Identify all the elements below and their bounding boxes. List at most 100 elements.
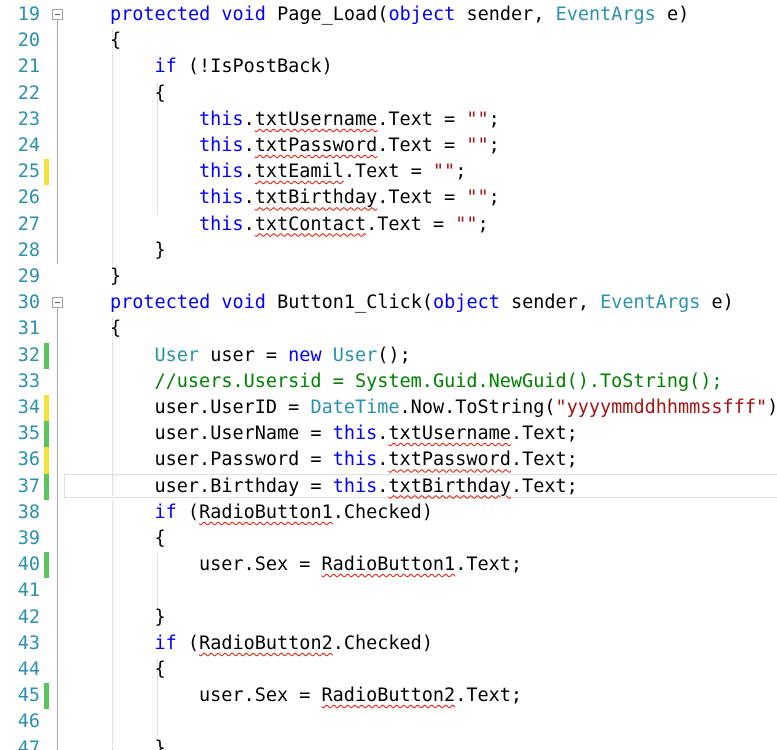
code-text[interactable]: user.UserID = DateTime.Now.ToString("yyy… [155, 395, 777, 421]
code-text[interactable]: { [155, 526, 166, 552]
code-text[interactable]: this.txtPassword.Text = ""; [199, 133, 500, 159]
code-text[interactable]: { [155, 81, 166, 107]
code-line[interactable]: 28} [0, 238, 777, 264]
error-squiggle-token: txtContact [254, 213, 367, 235]
code-token: user = [199, 344, 289, 366]
code-text[interactable]: user.Sex = RadioButton1.Text; [199, 552, 522, 578]
error-squiggle-token: RadioButton2 [199, 632, 333, 654]
code-token: .Text; [510, 475, 578, 497]
string-token: "" [466, 187, 489, 209]
code-token: Button1_Click( [265, 292, 434, 314]
code-line[interactable]: 43 if (RadioButton2.Checked) [0, 631, 777, 657]
code-text[interactable]: if (!IsPostBack) [155, 54, 333, 80]
string-token: "" [466, 135, 489, 156]
code-line[interactable]: 25 this.txtEamil.Text = ""; [0, 159, 777, 186]
code-text[interactable]: user.Sex = RadioButton2.Text; [199, 683, 522, 709]
code-line[interactable]: 46 [0, 709, 777, 735]
keyword-token: this [199, 187, 244, 209]
code-line[interactable]: 38 if (RadioButton1.Checked) [0, 500, 777, 526]
code-token: ( [176, 632, 200, 654]
code-text[interactable]: } [155, 605, 166, 631]
code-text[interactable]: } [155, 238, 166, 264]
collapse-minus-icon[interactable] [52, 9, 63, 20]
code-token: ); [767, 397, 777, 418]
code-line[interactable]: 42} [0, 605, 777, 631]
type-token: User [154, 344, 200, 366]
line-number: 19 [17, 4, 40, 25]
code-token: ; [455, 161, 467, 183]
code-token: .Text = [377, 108, 467, 130]
code-text[interactable]: if (RadioButton2.Checked) [155, 631, 433, 657]
error-squiggle-token: RadioButton2 [321, 685, 456, 707]
code-editor[interactable]: 19 protected void Page_Load(object sender… [0, 0, 777, 750]
code-line[interactable]: 26 this.txtBirthday.Text = ""; [0, 185, 777, 211]
code-line[interactable]: 22 { [0, 81, 777, 107]
code-text[interactable]: user.Password = this.txtPassword.Text; [155, 447, 578, 473]
code-text[interactable]: { [110, 28, 121, 54]
code-line[interactable]: 45 user.Sex = RadioButton2.Text; [0, 683, 777, 710]
code-line[interactable]: 32 User user = new User(); [0, 342, 777, 369]
code-line[interactable]: 24 this.txtPassword.Text = ""; [0, 133, 777, 159]
code-line[interactable]: 35 user.UserName = this.txtUsername.Text; [0, 421, 777, 448]
code-text[interactable]: this.txtBirthday.Text = ""; [199, 185, 500, 211]
code-line[interactable]: 30 protected void Button1_Click(object se… [0, 290, 777, 316]
line-number: 34 [17, 397, 40, 418]
code-line[interactable]: 19 protected void Page_Load(object sender… [0, 2, 777, 28]
code-token: user.UserID = [154, 397, 311, 418]
code-text[interactable]: protected void Button1_Click(object send… [110, 290, 734, 316]
collapse-minus-icon[interactable] [52, 297, 63, 309]
code-text[interactable]: if (RadioButton1.Checked) [155, 500, 433, 526]
code-line[interactable]: 29} [0, 264, 777, 290]
line-number: 20 [17, 30, 40, 52]
code-token: (); [377, 344, 411, 366]
code-text[interactable]: protected void Page_Load(object sender, … [110, 2, 689, 28]
code-token: (!IsPostBack) [176, 56, 333, 78]
code-line[interactable]: 40 user.Sex = RadioButton1.Text; [0, 552, 777, 579]
keyword-token: this [332, 475, 378, 497]
code-token: . [243, 213, 255, 235]
code-token: sender, [455, 4, 556, 25]
line-number: 21 [17, 56, 40, 78]
code-line[interactable]: 31 { [0, 316, 777, 342]
code-text[interactable]: this.txtContact.Text = ""; [199, 212, 489, 238]
code-line[interactable]: 39 { [0, 526, 777, 552]
line-number: 44 [17, 659, 40, 680]
code-line[interactable]: 27 this.txtContact.Text = ""; [0, 212, 777, 238]
error-squiggle-token: txtEamil [254, 161, 344, 183]
code-line[interactable]: 20 { [0, 28, 777, 54]
code-line[interactable]: 41 [0, 578, 777, 604]
code-text[interactable]: user.Birthday = this.txtBirthday.Text; [155, 474, 578, 500]
error-squiggle-token: txtBirthday [388, 475, 511, 497]
code-line[interactable]: 37 user.Birthday = this.txtBirthday.Text; [0, 473, 777, 500]
line-number: 35 [17, 423, 40, 445]
keyword-token: this [199, 213, 244, 235]
string-token: "" [466, 108, 489, 130]
type-token: User [332, 344, 378, 366]
code-text[interactable]: { [155, 657, 166, 683]
code-text[interactable]: User user = new User(); [155, 343, 411, 369]
code-line[interactable]: 33 //users.Usersid = System.Guid.NewGuid(… [0, 369, 777, 395]
code-token: . [377, 449, 389, 471]
code-line[interactable]: 47} [0, 736, 777, 750]
code-line[interactable]: 21 if (!IsPostBack) [0, 54, 777, 80]
code-line[interactable]: 36 user.Password = this.txtPassword.Text; [0, 447, 777, 474]
code-token: user.Password = [154, 449, 333, 471]
code-line[interactable]: 34 user.UserID = DateTime.Now.ToString("y… [0, 395, 777, 422]
code-text[interactable]: this.txtEamil.Text = ""; [199, 159, 466, 185]
code-text[interactable]: user.UserName = this.txtUsername.Text; [155, 421, 578, 447]
error-squiggle-token: txtUsername [254, 108, 378, 130]
code-token: ; [477, 213, 489, 235]
code-token: .Text; [510, 423, 578, 445]
code-token: } [154, 606, 166, 628]
code-text[interactable]: } [110, 264, 121, 290]
code-text[interactable]: { [110, 316, 121, 342]
line-number: 41 [17, 580, 40, 602]
code-text[interactable]: } [155, 736, 166, 750]
code-line[interactable]: 44 { [0, 657, 777, 683]
code-text[interactable]: //users.Usersid = System.Guid.NewGuid().… [155, 369, 723, 395]
code-line[interactable]: 23 this.txtUsername.Text = ""; [0, 107, 777, 133]
code-token: } [110, 266, 122, 287]
code-text[interactable]: this.txtUsername.Text = ""; [199, 107, 500, 133]
error-squiggle-token: txtPassword [254, 135, 378, 156]
code-token: ( [176, 501, 200, 523]
